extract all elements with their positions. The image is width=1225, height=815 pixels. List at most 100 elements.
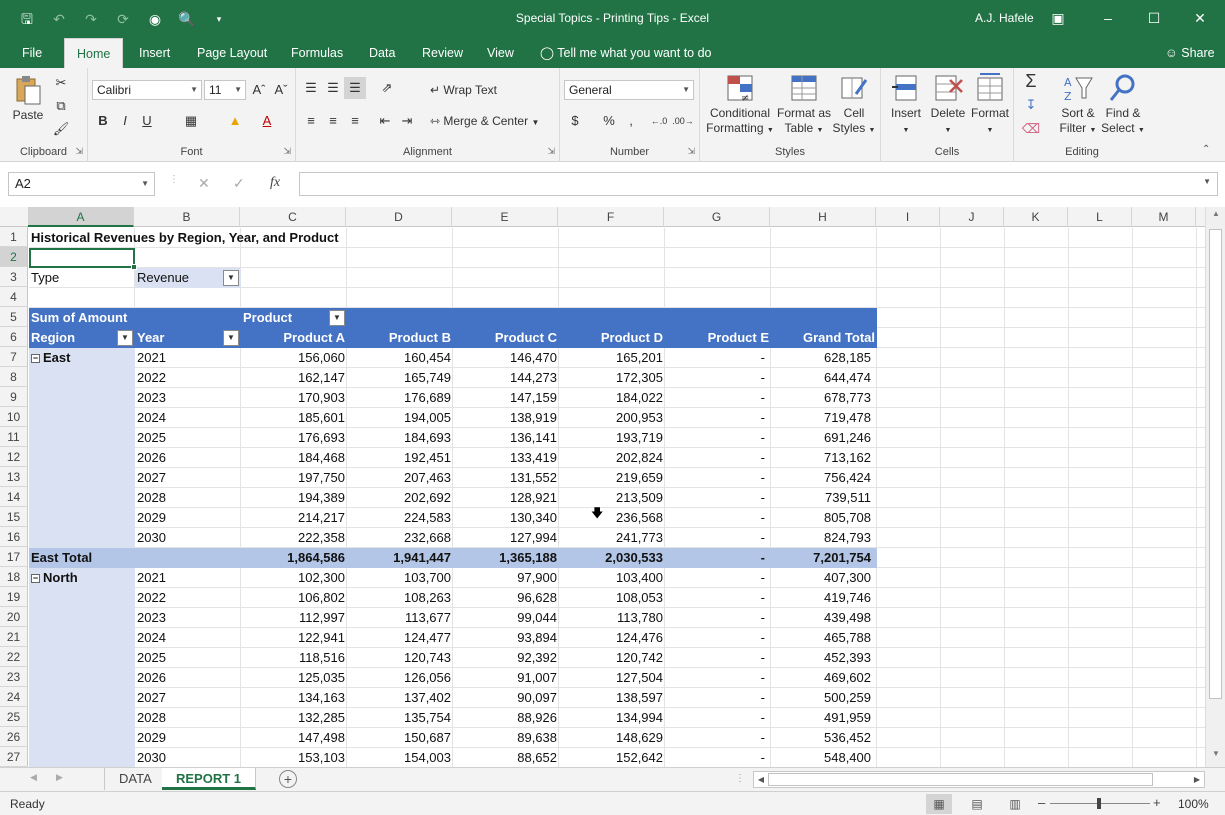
year-cell[interactable]: 2025 xyxy=(135,428,241,448)
tab-file[interactable]: File xyxy=(10,38,54,68)
value-cell[interactable]: 120,742 xyxy=(559,648,665,668)
value-cell[interactable]: 102,300 xyxy=(241,568,347,588)
product-header-cell[interactable]: Product E xyxy=(665,328,771,348)
zoom-slider-knob[interactable] xyxy=(1097,798,1101,809)
formula-input[interactable]: ▼ xyxy=(299,172,1218,196)
zoom-in-icon[interactable]: + xyxy=(1153,795,1161,810)
zoom-level[interactable]: 100% xyxy=(1178,797,1209,811)
value-cell[interactable]: 138,919 xyxy=(453,408,559,428)
value-cell[interactable]: 147,498 xyxy=(241,728,347,748)
value-cell[interactable]: - xyxy=(665,488,771,508)
tab-split-icon[interactable]: ⋮ xyxy=(735,773,745,784)
year-cell[interactable]: 2030 xyxy=(135,528,241,548)
format-as-table-button[interactable]: Format as Table ▼ xyxy=(776,72,832,138)
align-middle-icon[interactable]: ☰ xyxy=(322,77,344,99)
value-cell[interactable]: 144,273 xyxy=(453,368,559,388)
value-cell[interactable]: 156,060 xyxy=(241,348,347,368)
value-cell[interactable]: - xyxy=(665,468,771,488)
value-cell[interactable]: 500,259 xyxy=(771,688,877,708)
value-cell[interactable]: 122,941 xyxy=(241,628,347,648)
value-cell[interactable]: 439,498 xyxy=(771,608,877,628)
row-header-17[interactable]: 17 xyxy=(0,547,28,567)
value-cell[interactable]: - xyxy=(665,408,771,428)
value-cell[interactable]: 214,217 xyxy=(241,508,347,528)
value-cell[interactable]: 126,056 xyxy=(347,668,453,688)
conditional-formatting-button[interactable]: ≠ Conditional Formatting ▼ xyxy=(704,72,776,138)
column-header-j[interactable]: J xyxy=(940,207,1004,227)
region-cell[interactable]: − East xyxy=(29,348,135,368)
row-header-12[interactable]: 12 xyxy=(0,447,28,467)
value-cell[interactable]: - xyxy=(665,368,771,388)
font-color-icon[interactable]: A xyxy=(256,110,278,132)
value-cell[interactable]: 184,022 xyxy=(559,388,665,408)
value-cell[interactable]: 165,201 xyxy=(559,348,665,368)
value-cell[interactable]: 127,504 xyxy=(559,668,665,688)
confirm-entry-icon[interactable]: ✓ xyxy=(233,175,245,192)
value-cell[interactable]: 185,601 xyxy=(241,408,347,428)
insert-cells-button[interactable]: Insert ▼ xyxy=(885,72,927,138)
worksheet-grid[interactable]: ABCDEFGHIJKLM 1 2 3 4 5 6 7 8 9 10 11 12 13 14 15 16 17 1… xyxy=(0,207,1205,767)
row-header-15[interactable]: 15 xyxy=(0,507,28,527)
alignment-launcher-icon[interactable]: ⇲ xyxy=(547,146,555,157)
find-select-button[interactable]: Find & Select ▼ xyxy=(1100,72,1146,138)
column-header-l[interactable]: L xyxy=(1068,207,1132,227)
user-name[interactable]: A.J. Hafele xyxy=(975,11,1034,25)
value-cell[interactable]: 127,994 xyxy=(453,528,559,548)
align-left-icon[interactable]: ≡ xyxy=(300,110,322,132)
collapse-ribbon-icon[interactable]: ⌃ xyxy=(1202,144,1210,155)
value-cell[interactable]: 213,509 xyxy=(559,488,665,508)
wrap-text-button[interactable]: ↵ Wrap Text xyxy=(430,79,497,101)
value-cell[interactable]: - xyxy=(665,508,771,528)
value-cell[interactable]: 536,452 xyxy=(771,728,877,748)
value-cell[interactable]: 148,629 xyxy=(559,728,665,748)
scroll-down-icon[interactable]: ▼ xyxy=(1206,749,1225,765)
value-cell[interactable]: 194,389 xyxy=(241,488,347,508)
total-value-cell[interactable]: - xyxy=(665,548,771,568)
value-cell[interactable]: 89,638 xyxy=(453,728,559,748)
value-cell[interactable]: 160,454 xyxy=(347,348,453,368)
tab-view[interactable]: View xyxy=(475,38,526,68)
value-cell[interactable]: 419,746 xyxy=(771,588,877,608)
format-cells-button[interactable]: Format ▼ xyxy=(969,72,1011,138)
clipboard-launcher-icon[interactable]: ⇲ xyxy=(75,146,83,157)
percent-button[interactable]: % xyxy=(598,110,620,132)
region-filter-dropdown-icon[interactable]: ▼ xyxy=(117,330,133,346)
value-cell[interactable]: 713,162 xyxy=(771,448,877,468)
tab-data[interactable]: Data xyxy=(357,38,407,68)
value-cell[interactable]: - xyxy=(665,588,771,608)
value-cell[interactable]: 197,750 xyxy=(241,468,347,488)
value-cell[interactable]: 108,053 xyxy=(559,588,665,608)
value-cell[interactable]: 194,005 xyxy=(347,408,453,428)
fill-color-icon[interactable]: ▲ xyxy=(224,110,246,132)
increase-font-icon[interactable]: Aˆ xyxy=(248,79,270,101)
copy-icon[interactable]: ⧉ xyxy=(50,95,72,117)
year-cell[interactable]: 2022 xyxy=(135,368,241,388)
row-header-27[interactable]: 27 xyxy=(0,747,28,767)
value-cell[interactable]: 133,419 xyxy=(453,448,559,468)
value-cell[interactable]: 739,511 xyxy=(771,488,877,508)
value-cell[interactable]: 719,478 xyxy=(771,408,877,428)
value-cell[interactable]: 207,463 xyxy=(347,468,453,488)
year-cell[interactable]: 2022 xyxy=(135,588,241,608)
value-cell[interactable]: 193,719 xyxy=(559,428,665,448)
orientation-icon[interactable]: ⇗ xyxy=(376,77,398,99)
value-cell[interactable]: 176,689 xyxy=(347,388,453,408)
sheet-tab-data[interactable]: DATA xyxy=(104,768,167,790)
value-cell[interactable]: 202,824 xyxy=(559,448,665,468)
value-cell[interactable]: 118,516 xyxy=(241,648,347,668)
row-header-10[interactable]: 10 xyxy=(0,407,28,427)
value-cell[interactable]: 130,340 xyxy=(453,508,559,528)
value-cell[interactable]: - xyxy=(665,608,771,628)
collapse-icon[interactable]: − xyxy=(31,574,40,583)
year-filter-dropdown-icon[interactable]: ▼ xyxy=(223,330,239,346)
year-cell[interactable]: 2023 xyxy=(135,388,241,408)
value-cell[interactable]: 113,780 xyxy=(559,608,665,628)
format-painter-icon[interactable]: 🖌 xyxy=(50,118,72,140)
clear-icon[interactable]: ⌫ xyxy=(1020,118,1042,140)
year-cell[interactable]: 2021 xyxy=(135,348,241,368)
number-format-combo[interactable]: General ▼ xyxy=(564,80,694,100)
value-cell[interactable]: 131,552 xyxy=(453,468,559,488)
column-header-g[interactable]: G xyxy=(664,207,770,227)
tab-insert[interactable]: Insert xyxy=(127,38,182,68)
value-cell[interactable]: 88,926 xyxy=(453,708,559,728)
